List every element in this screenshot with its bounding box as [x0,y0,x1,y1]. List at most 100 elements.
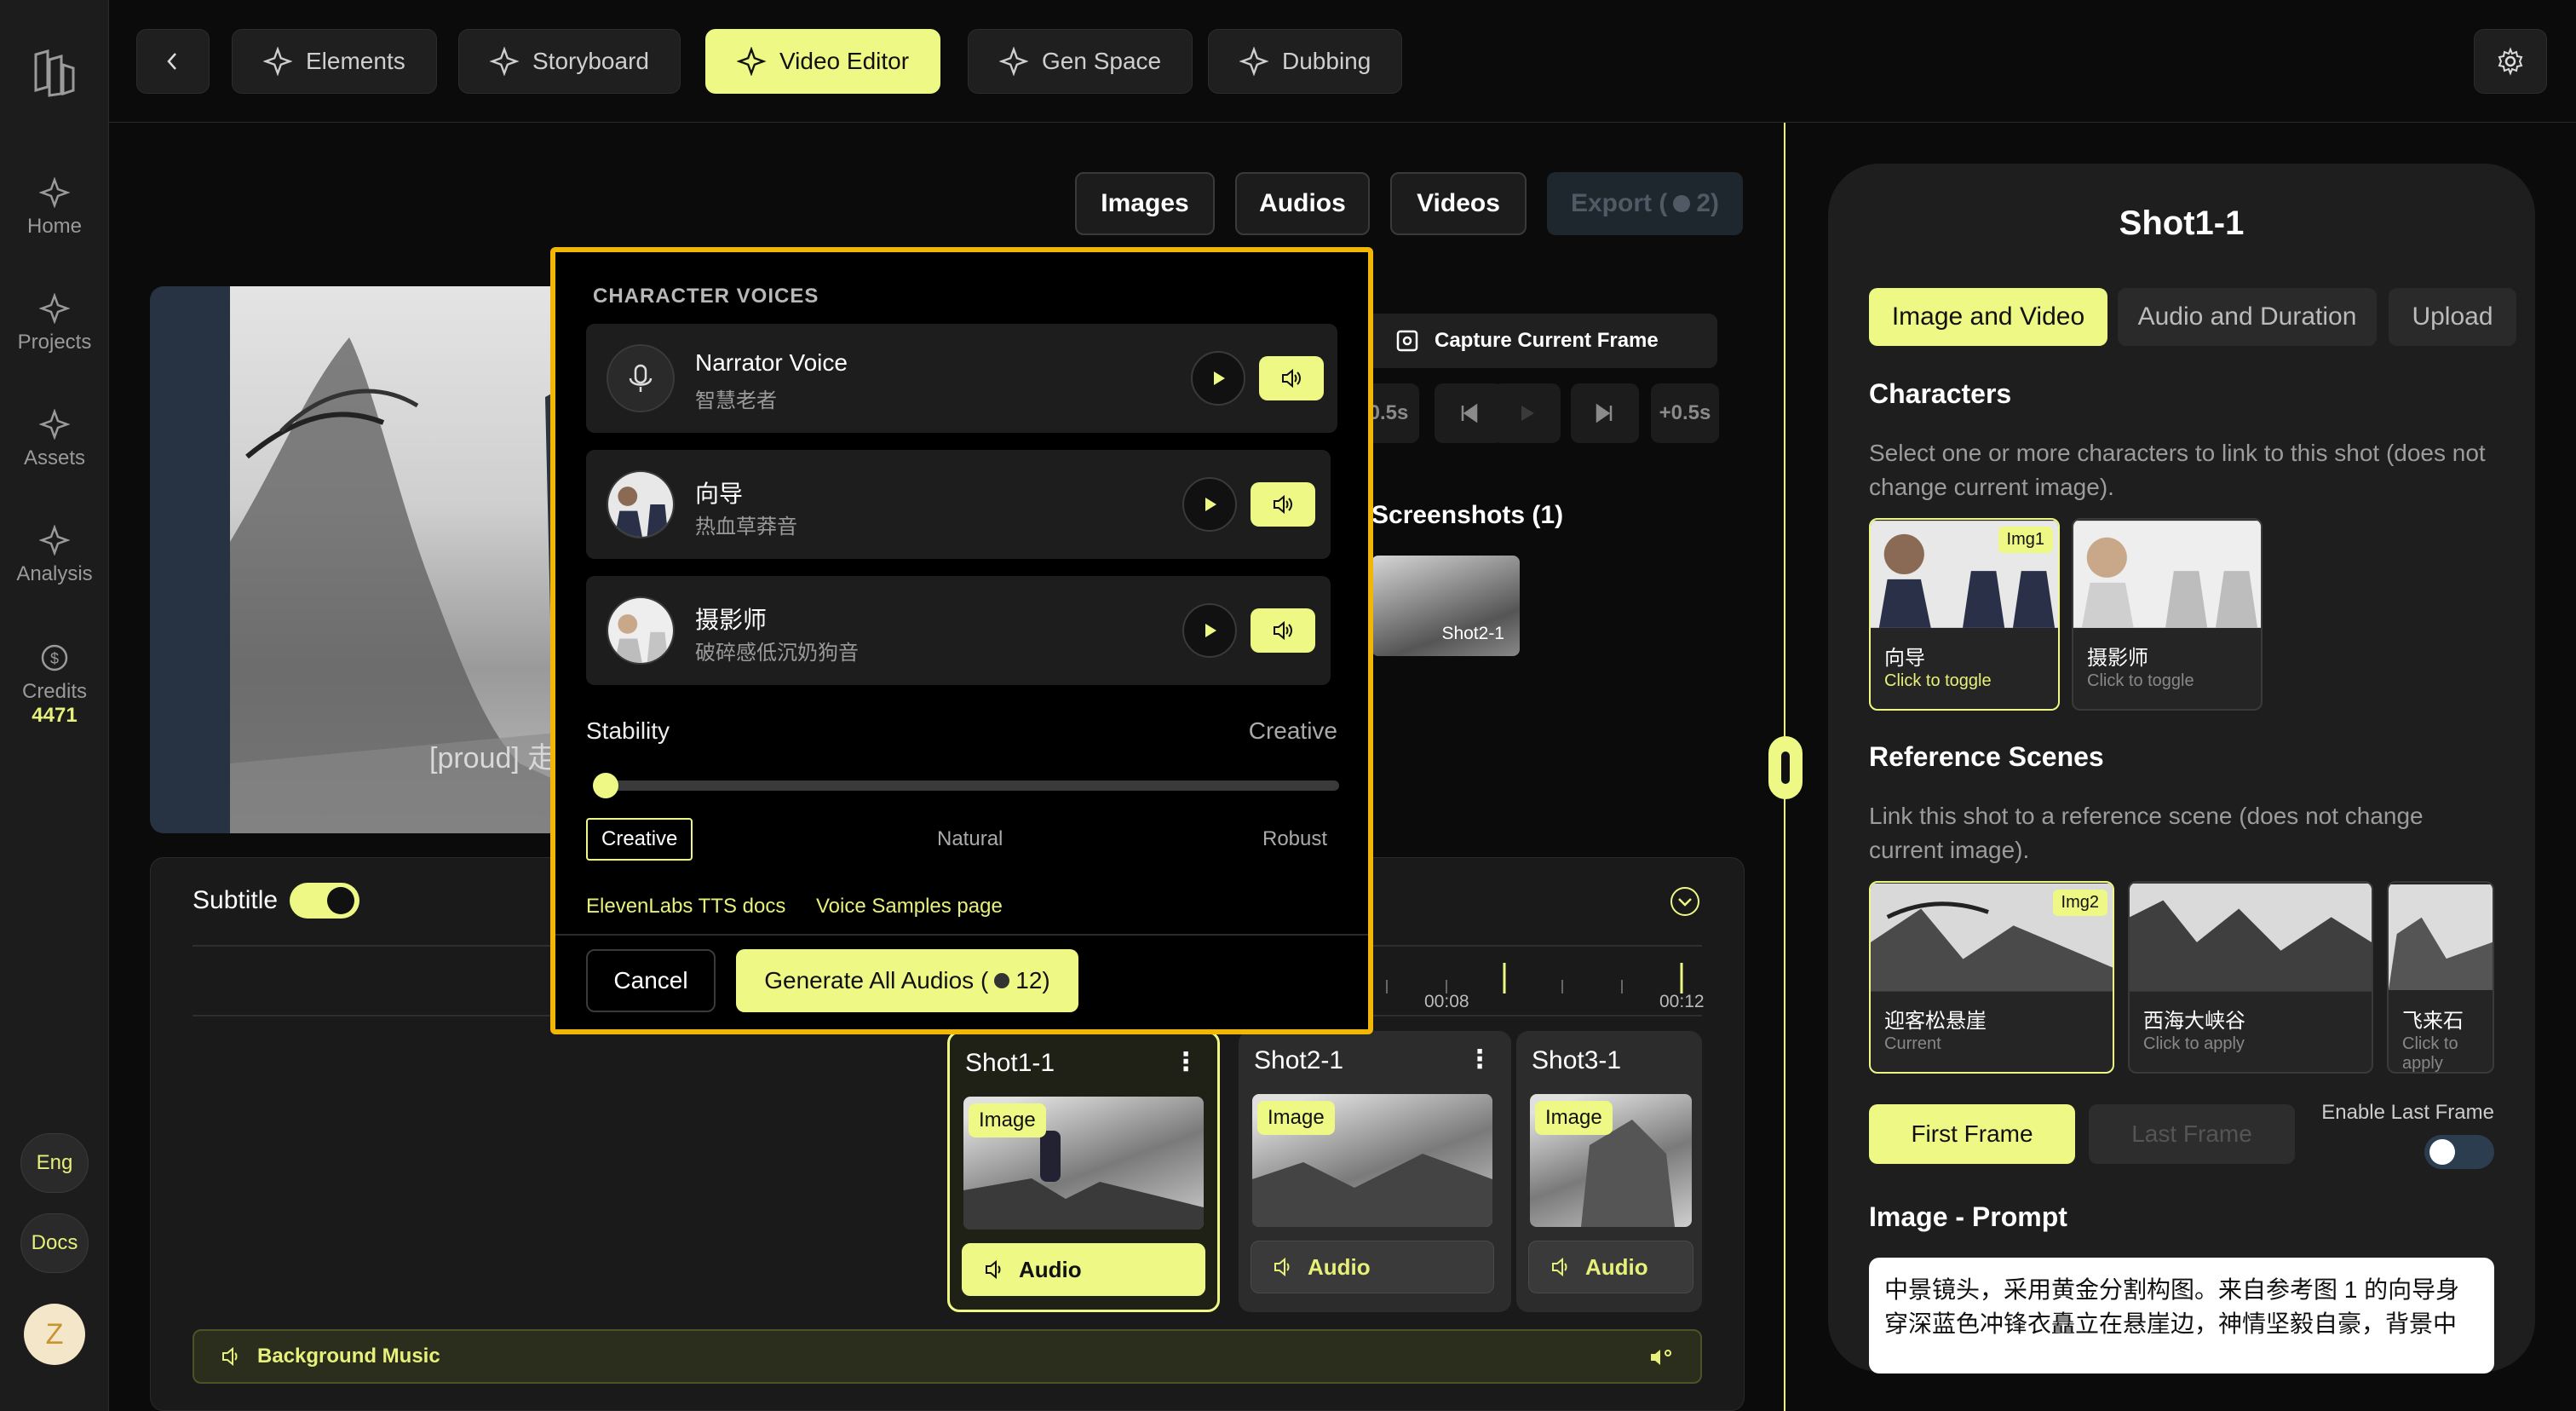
character-card[interactable]: Img1 向导 Click to toggle [1869,518,2060,711]
first-frame-button[interactable]: First Frame [1869,1104,2075,1164]
voice-samples-link[interactable]: Voice Samples page [816,895,1003,919]
shot-thumbnail[interactable]: Image [963,1097,1204,1230]
elevenlabs-docs-link[interactable]: ElevenLabs TTS docs [586,895,785,919]
settings-button[interactable] [2474,29,2547,94]
audios-button[interactable]: Audios [1235,172,1370,235]
speaker-icon [1274,620,1292,641]
toggle-knob [327,887,354,914]
scene-hint: Click to apply [2402,1034,2458,1073]
chevron-left-icon [167,53,176,70]
tab-gen-space[interactable]: Gen Space [968,29,1193,94]
sidebar-item-projects[interactable]: Projects [0,293,109,354]
sidebar-item-label: Assets [23,446,86,469]
option-creative[interactable]: Creative [586,818,693,861]
volume-icon[interactable] [1649,1346,1675,1368]
last-frame-button[interactable]: Last Frame [2089,1104,2295,1164]
audio-label: Audio [1585,1253,1648,1280]
img-badge: Img2 [2052,890,2107,916]
cancel-button[interactable]: Cancel [586,949,716,1012]
capture-frame-button[interactable]: Capture Current Frame [1363,314,1717,368]
tab-video-editor[interactable]: Video Editor [705,29,941,94]
sparkle-icon [39,177,70,208]
option-robust[interactable]: Robust [1262,818,1327,861]
enable-last-frame-toggle[interactable] [2424,1135,2494,1169]
scene-card[interactable]: Img2 迎客松悬崖 Current [1869,881,2114,1074]
scene-thumbnail [2130,883,2372,992]
scene-card[interactable]: 西海大峡谷 Click to apply [2128,881,2373,1074]
plus-half-second-button[interactable]: +0.5s [1651,383,1719,443]
tab-storyboard[interactable]: Storyboard [458,29,681,94]
tab-label: Dubbing [1282,48,1371,74]
shot-card[interactable]: Shot3-1 Image Audio [1516,1031,1702,1312]
skip-forward-button[interactable] [1571,383,1639,443]
image-prompt-field[interactable]: 中景镜头，采用黄金分割构图。来自参考图 1 的向导身穿深蓝色冲锋衣矗立在悬崖边，… [1869,1258,2494,1374]
character-hint: Click to toggle [2087,671,2194,690]
voice-name: 摄影师 [695,607,768,633]
shot-card[interactable]: Shot2-1 ⋮ Image Audio [1239,1031,1511,1312]
resize-handle[interactable] [1768,736,1803,799]
images-button[interactable]: Images [1075,172,1215,235]
voice-settings-button[interactable] [1251,482,1315,527]
background-music-track[interactable]: Background Music [193,1329,1702,1384]
export-count: 2) [1696,189,1720,217]
voice-settings-button[interactable] [1251,608,1315,653]
tab-image-and-video[interactable]: Image and Video [1869,288,2107,346]
play-voice-button[interactable] [1182,477,1237,532]
tab-dubbing[interactable]: Dubbing [1208,29,1403,94]
chevron-down-icon[interactable] [1668,884,1702,919]
reference-scenes-description: Link this shot to a reference scene (doe… [1869,803,2424,863]
speaker-icon [1552,1257,1567,1277]
sparkle-icon [39,409,70,440]
shot-thumbnail[interactable]: Image [1252,1094,1492,1227]
subtitle-toggle[interactable] [290,883,359,919]
preview-subtitle: [proud] 走 [429,742,557,775]
voice-description: 智慧老者 [695,389,777,412]
videos-button[interactable]: Videos [1390,172,1527,235]
play-voice-button[interactable] [1182,603,1237,658]
scene-card[interactable]: 飞来石 Click to apply [2387,881,2494,1074]
avatar[interactable]: Z [24,1304,85,1365]
app-logo-icon[interactable] [31,48,78,99]
sidebar-item-analysis[interactable]: Analysis [0,525,109,586]
tab-audio-and-duration[interactable]: Audio and Duration [2118,288,2377,346]
scene-name: 飞来石 [2402,1010,2464,1033]
voice-name: Narrator Voice [695,349,848,376]
play-button[interactable] [1492,383,1561,443]
option-natural[interactable]: Natural [937,818,1003,861]
voice-row: Narrator Voice 智慧老者 [586,324,1337,433]
stability-slider[interactable] [593,780,1339,791]
scene-name: 西海大峡谷 [2143,1010,2245,1033]
language-button[interactable]: Eng [20,1133,89,1193]
docs-button[interactable]: Docs [20,1213,89,1273]
tab-elements[interactable]: Elements [232,29,437,94]
enable-last-frame-label: Enable Last Frame [2321,1101,2494,1124]
play-voice-button[interactable] [1191,351,1245,406]
more-vertical-icon[interactable]: ⋮ [1173,1047,1199,1077]
stability-label: Stability [586,717,670,744]
screenshot-thumb[interactable]: Shot2-1 [1371,556,1520,656]
tab-upload[interactable]: Upload [2389,288,2516,346]
audio-button[interactable]: Audio [1528,1241,1693,1293]
sidebar-item-assets[interactable]: Assets [0,409,109,470]
character-avatar [607,596,675,665]
generate-all-audios-button[interactable]: Generate All Audios ( 12) [736,949,1078,1012]
modal-title: CHARACTER VOICES [593,285,819,308]
shot-name: Shot3-1 [1532,1046,1622,1074]
character-card[interactable]: 摄影师 Click to toggle [2072,518,2263,711]
voice-settings-button[interactable] [1259,356,1324,400]
shot-card[interactable]: Shot1-1 ⋮ Image Audio [947,1031,1220,1312]
reference-scenes-heading: Reference Scenes [1869,741,2104,772]
audio-button[interactable]: Audio [1251,1241,1494,1293]
sparkle-icon [39,525,70,556]
shot-thumbnail[interactable]: Image [1530,1094,1692,1227]
sidebar-item-credits[interactable]: $ Credits 4471 [0,642,109,728]
sidebar-item-label: Analysis [16,562,93,585]
img-badge: Img1 [1998,527,2053,553]
audio-button[interactable]: Audio [962,1243,1205,1296]
stability-slider-handle[interactable] [593,773,618,798]
sidebar-item-home[interactable]: Home [0,177,109,239]
more-vertical-icon[interactable]: ⋮ [1467,1045,1492,1074]
export-button[interactable]: Export ( 2) [1547,172,1743,235]
back-button[interactable] [136,29,210,94]
capture-icon [1396,330,1418,352]
